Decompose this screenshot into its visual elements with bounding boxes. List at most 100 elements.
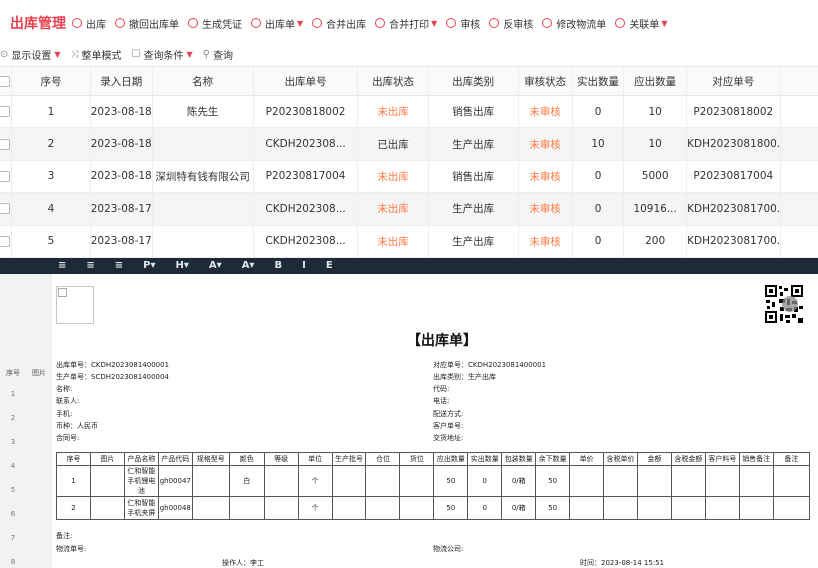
column-header[interactable]: 审核状态 — [519, 67, 573, 95]
cell-index: 2 — [12, 128, 91, 160]
editor-toolbar: ≡ ≡ ≡ P▾ H▾ A▾ A▾ B I E — [0, 258, 818, 274]
cell-name — [153, 193, 254, 225]
doc-cell — [637, 496, 672, 520]
cell-expected-qty: 10916... — [624, 193, 688, 225]
edit-icon: ☐ — [131, 48, 141, 60]
table-row[interactable]: 3 2023-08-18 深圳特有钱有限公司 P20230817004 未出库 … — [0, 160, 818, 194]
doc-cell — [191, 465, 230, 497]
font-color-dropdown[interactable]: A▾ — [209, 260, 222, 274]
doc-column-header: 货位 — [399, 452, 435, 466]
doc-cell: 白 — [228, 465, 265, 497]
row-checkbox[interactable] — [0, 128, 13, 160]
cell-order-no: CKDH202308... — [254, 225, 359, 257]
row-checkbox[interactable] — [0, 160, 13, 193]
page-title: 出库管理 — [10, 16, 66, 32]
highlight-color-dropdown[interactable]: A▾ — [242, 260, 255, 274]
swap-icon: ⤨ — [70, 48, 79, 60]
outbound-order-dropdown[interactable]: 出库单 ▼ — [251, 16, 303, 31]
doc-cell — [89, 496, 125, 520]
merge-print-dropdown[interactable]: 合并打印 ▼ — [375, 16, 437, 31]
column-header[interactable]: 出库单号 — [254, 67, 359, 95]
cell-outbound-status: 未出库 — [358, 160, 429, 193]
doc-column-header: 余下数量 — [535, 452, 571, 466]
doc-column-header: 生产批号 — [331, 452, 367, 466]
audit-button[interactable]: 审核 — [446, 16, 480, 31]
column-header[interactable]: 序号 — [12, 67, 91, 95]
column-header[interactable]: 实出数量 — [573, 67, 625, 95]
background-grid-column: 序号 图片 1 2 3 4 5 6 7 8 — [0, 274, 52, 568]
cell-expected-qty: 10 — [624, 128, 688, 160]
circle-icon — [542, 18, 553, 28]
cell-outbound-status: 已出库 — [358, 128, 429, 160]
query-button[interactable]: ⚲ 查询 — [203, 47, 233, 62]
heading-dropdown[interactable]: H▾ — [176, 260, 189, 274]
reverse-audit-button[interactable]: 反审核 — [489, 16, 533, 31]
italic-icon[interactable]: I — [302, 260, 306, 274]
customer-no-field: 客户单号: — [433, 422, 464, 430]
doc-cell — [603, 496, 639, 520]
related-order-dropdown[interactable]: 关联单 ▼ — [615, 16, 667, 31]
doc-column-header: 实出数量 — [467, 452, 503, 466]
document-items-table: 序号 图片 产品名称 产品代码 规格型号 颜色 等级 单位 生产批号 仓位 货位… — [56, 452, 811, 520]
doc-cell: gh00048 — [157, 496, 193, 520]
doc-cell: 个 — [297, 496, 333, 520]
display-settings-dropdown[interactable]: ⊙ 显示设置 ▼ — [0, 47, 61, 62]
row-checkbox[interactable] — [0, 96, 13, 128]
doc-column-header: 颜色 — [228, 452, 265, 466]
table-row[interactable]: 1 2023-08-18 陈先生 P20230818002 未出库 销售出库 未… — [0, 96, 818, 129]
background-header-index: 序号 — [6, 369, 20, 377]
table-row[interactable]: 2 2023-08-18 CKDH202308... 已出库 生产出库 未审核 … — [0, 128, 818, 161]
query-conditions-dropdown[interactable]: ☐ 查询条件 ▼ — [132, 47, 193, 62]
column-header[interactable]: 名称 — [153, 67, 254, 95]
background-grid-header: 序号 图片 — [0, 368, 52, 378]
table-row[interactable]: 5 2023-08-17 CKDH202308... 未出库 生产出库 未审核 … — [0, 225, 818, 258]
column-header[interactable]: 出库类别 — [429, 67, 519, 95]
doc-cell: 0 — [467, 496, 503, 520]
row-checkbox[interactable] — [0, 193, 13, 225]
doc-column-header: 产品代码 — [157, 452, 193, 466]
withdraw-outbound-button[interactable]: 撤回出库单 — [115, 16, 179, 31]
row-checkbox[interactable] — [0, 225, 13, 257]
dropdown-arrow-icon: ▼ — [431, 18, 438, 28]
delivery-address-field: 交货地址: — [433, 434, 464, 442]
cell-audit-status: 未审核 — [519, 225, 573, 257]
doc-column-header: 图片 — [89, 452, 125, 466]
cell-actual-qty: 10 — [573, 128, 625, 160]
edit-logistics-button[interactable]: 修改物流单 — [542, 16, 606, 31]
doc-cell — [399, 465, 435, 497]
column-header[interactable]: 对应单号 — [687, 67, 781, 95]
single-mode-toggle[interactable]: ⤨ 整单模式 — [71, 47, 122, 62]
select-all-checkbox[interactable] — [0, 67, 13, 95]
align-left-icon[interactable]: ≡ — [58, 260, 66, 274]
doc-column-header: 产品名称 — [123, 452, 159, 466]
column-header[interactable]: 应出数量 — [624, 67, 688, 95]
paragraph-dropdown[interactable]: P▾ — [143, 260, 155, 274]
outbound-button[interactable]: 出库 — [72, 16, 106, 31]
doc-column-header: 应出数量 — [433, 452, 469, 466]
editor-tool-group: ≡ ≡ ≡ P▾ H▾ A▾ A▾ B I E — [58, 260, 333, 274]
doc-column-header: 序号 — [56, 452, 91, 466]
circle-icon — [446, 18, 457, 28]
generate-voucher-button[interactable]: 生成凭证 — [188, 16, 242, 31]
bold-icon[interactable]: B — [274, 260, 282, 274]
delivery-method-field: 配送方式: — [433, 410, 464, 418]
format-icon[interactable]: E — [326, 260, 333, 274]
align-center-icon[interactable]: ≡ — [86, 260, 94, 274]
mobile-field: 手机: — [56, 410, 73, 418]
doc-cell: 0/箱 — [501, 496, 537, 520]
remarks-field: 备注: — [56, 532, 73, 540]
document-table-header: 序号 图片 产品名称 产品代码 规格型号 颜色 等级 单位 生产批号 仓位 货位… — [56, 452, 811, 466]
background-row-number: 5 — [10, 486, 16, 494]
doc-cell — [738, 496, 774, 520]
logistics-no-field: 物流单号: — [56, 545, 87, 553]
column-header[interactable]: 出库状态 — [358, 67, 429, 95]
contract-no-field: 合同号: — [56, 434, 80, 442]
table-row[interactable]: 4 2023-08-17 CKDH202308... 未出库 生产出库 未审核 … — [0, 193, 818, 226]
outbound-no-field: 出库单号：CKDH2023081400001 — [56, 361, 170, 369]
align-right-icon[interactable]: ≡ — [115, 260, 123, 274]
merge-outbound-button[interactable]: 合并出库 — [312, 16, 366, 31]
doc-cell — [331, 496, 367, 520]
contact-field: 联系人: — [56, 397, 80, 405]
doc-cell: 50 — [535, 465, 571, 497]
column-header[interactable]: 录入日期 — [91, 67, 153, 95]
